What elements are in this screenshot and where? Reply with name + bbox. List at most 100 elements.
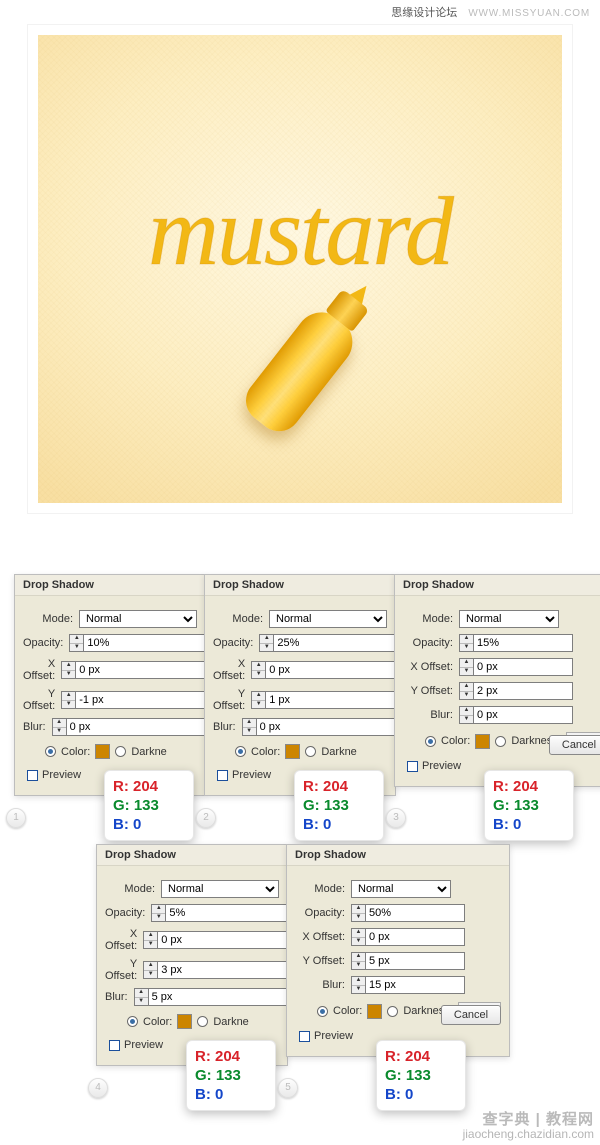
spinner-buttons[interactable]: ▲▼ (351, 928, 365, 946)
yoffset-input[interactable] (365, 952, 465, 970)
color-swatch[interactable] (285, 744, 300, 759)
panels-row-1: Drop Shadow Mode: Normal Opacity: ▲▼ X O… (0, 574, 600, 834)
spinner-buttons[interactable]: ▲▼ (351, 976, 365, 994)
panel-title: Drop Shadow (97, 845, 287, 866)
mustard-text: mustard (148, 176, 452, 288)
spinner-buttons[interactable]: ▲▼ (134, 988, 148, 1006)
color-swatch[interactable] (95, 744, 110, 759)
darkness-radio[interactable] (305, 746, 316, 757)
rgb-g: G: 133 (113, 796, 185, 815)
color-label: Color: (333, 1005, 362, 1017)
spinner-buttons[interactable]: ▲▼ (351, 952, 365, 970)
preview-checkbox[interactable] (217, 770, 228, 781)
darkness-radio[interactable] (197, 1016, 208, 1027)
spinner-buttons[interactable]: ▲▼ (69, 634, 83, 652)
credit-bar: 思缘设计论坛 WWW.MISSYUAN.COM (0, 0, 600, 24)
yoffset-input[interactable] (157, 961, 307, 979)
opacity-label: Opacity: (23, 637, 69, 649)
preview-checkbox[interactable] (299, 1031, 310, 1042)
color-radio[interactable] (127, 1016, 138, 1027)
spinner-buttons[interactable]: ▲▼ (259, 634, 273, 652)
rgb-callout-1: R: 204 G: 133 B: 0 (104, 770, 194, 841)
artwork-canvas: mustard (38, 35, 562, 503)
rgb-g: G: 133 (385, 1066, 457, 1085)
drop-shadow-panel-2: Drop Shadow Mode: Normal Opacity: ▲▼ X O… (204, 574, 396, 796)
step-badge-3: 3 (386, 808, 406, 828)
color-swatch[interactable] (475, 734, 490, 749)
xoffset-input[interactable] (265, 661, 415, 679)
blur-input[interactable] (148, 988, 298, 1006)
spinner-buttons[interactable]: ▲▼ (143, 931, 157, 949)
preview-label: Preview (422, 760, 461, 772)
mode-label: Mode: (23, 613, 79, 625)
spinner-buttons[interactable]: ▲▼ (459, 634, 473, 652)
color-radio[interactable] (317, 1006, 328, 1017)
color-radio[interactable] (425, 736, 436, 747)
blur-label: Blur: (295, 979, 351, 991)
opacity-input[interactable] (473, 634, 573, 652)
mode-select[interactable]: Normal (161, 880, 279, 898)
spinner-buttons[interactable]: ▲▼ (151, 904, 165, 922)
spinner-buttons[interactable]: ▲▼ (61, 661, 75, 679)
blur-input[interactable] (473, 706, 573, 724)
xoffset-input[interactable] (365, 928, 465, 946)
color-radio[interactable] (235, 746, 246, 757)
spinner-buttons[interactable]: ▲▼ (251, 661, 265, 679)
blur-input[interactable] (365, 976, 465, 994)
darkness-radio[interactable] (387, 1006, 398, 1017)
spinner-buttons[interactable]: ▲▼ (251, 691, 265, 709)
rgb-callout-3: R: 204 G: 133 B: 0 (484, 770, 574, 841)
yoffset-input[interactable] (75, 691, 225, 709)
panel-title: Drop Shadow (205, 575, 395, 596)
blur-input[interactable] (256, 718, 406, 736)
xoffset-input[interactable] (157, 931, 307, 949)
yoffset-label: Y Offset: (403, 685, 459, 697)
color-swatch[interactable] (367, 1004, 382, 1019)
rgb-b: B: 0 (303, 815, 375, 834)
spinner-buttons[interactable]: ▲▼ (52, 718, 66, 736)
color-swatch[interactable] (177, 1014, 192, 1029)
preview-label: Preview (232, 769, 271, 781)
blur-label: Blur: (213, 721, 242, 733)
spinner-buttons[interactable]: ▲▼ (143, 961, 157, 979)
color-label: Color: (441, 735, 470, 747)
darkness-radio[interactable] (495, 736, 506, 747)
preview-checkbox[interactable] (109, 1040, 120, 1051)
rgb-g: G: 133 (303, 796, 375, 815)
mode-select[interactable]: Normal (459, 610, 559, 628)
darkness-radio[interactable] (115, 746, 126, 757)
rgb-r: R: 204 (385, 1047, 457, 1066)
darkness-label: Darkne (321, 746, 356, 758)
spinner-buttons[interactable]: ▲▼ (459, 658, 473, 676)
yoffset-input[interactable] (473, 682, 573, 700)
cancel-button[interactable]: Cancel (549, 735, 600, 755)
mode-select[interactable]: Normal (79, 610, 197, 628)
xoffset-input[interactable] (473, 658, 573, 676)
color-radio[interactable] (45, 746, 56, 757)
artwork-frame: mustard (27, 24, 573, 514)
yoffset-input[interactable] (265, 691, 415, 709)
spinner-buttons[interactable]: ▲▼ (242, 718, 256, 736)
xoffset-label: X Offset: (295, 931, 351, 943)
spinner-buttons[interactable]: ▲▼ (351, 904, 365, 922)
mode-select[interactable]: Normal (269, 610, 387, 628)
mode-label: Mode: (213, 613, 269, 625)
color-label: Color: (251, 746, 280, 758)
blur-input[interactable] (66, 718, 216, 736)
panels-section: Drop Shadow Mode: Normal Opacity: ▲▼ X O… (0, 568, 600, 1144)
cancel-button[interactable]: Cancel (441, 1005, 501, 1025)
xoffset-input[interactable] (75, 661, 225, 679)
opacity-label: Opacity: (403, 637, 459, 649)
preview-checkbox[interactable] (407, 761, 418, 772)
credit-site-url: WWW.MISSYUAN.COM (468, 8, 590, 19)
step-badge-4: 4 (88, 1078, 108, 1098)
yoffset-label: Y Offset: (23, 688, 61, 712)
preview-checkbox[interactable] (27, 770, 38, 781)
panel-title: Drop Shadow (287, 845, 509, 866)
opacity-input[interactable] (365, 904, 465, 922)
mode-select[interactable]: Normal (351, 880, 451, 898)
spinner-buttons[interactable]: ▲▼ (459, 706, 473, 724)
spinner-buttons[interactable]: ▲▼ (61, 691, 75, 709)
spinner-buttons[interactable]: ▲▼ (459, 682, 473, 700)
mustard-bottle (237, 302, 363, 440)
